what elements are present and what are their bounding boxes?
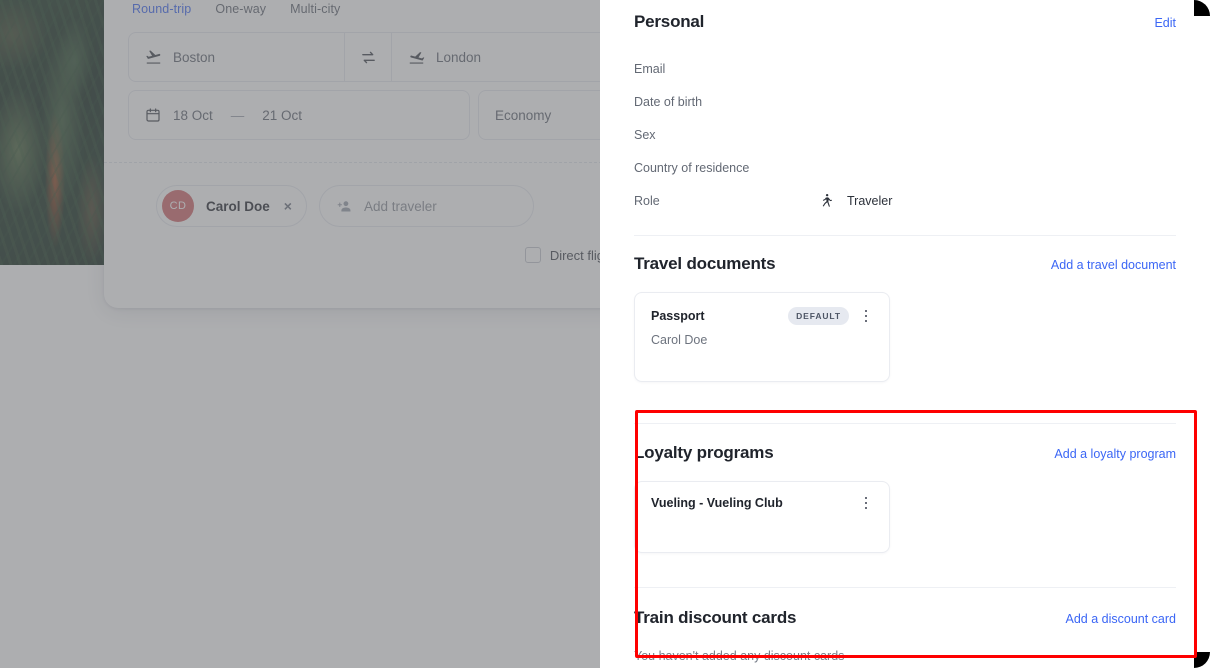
field-label: Country of residence <box>634 160 750 175</box>
field-label: Email <box>634 61 666 76</box>
status-badge: DEFAULT <box>788 307 849 325</box>
add-discount-card-link[interactable]: Add a discount card <box>1066 612 1177 626</box>
travel-document-name: Passport <box>651 309 705 323</box>
modal-backdrop[interactable] <box>0 0 600 668</box>
panel-content: Personal Edit Email Date of birth Sex Co… <box>634 0 1176 663</box>
train-discount-cards-section-header: Train discount cards Add a discount card <box>634 608 1176 628</box>
field-date-of-birth: Date of birth <box>634 85 1176 118</box>
traveler-walking-icon <box>819 193 834 208</box>
card-spacer <box>651 347 873 365</box>
travel-documents-section-header: Travel documents Add a travel document <box>634 254 1176 274</box>
travel-document-card-header: Passport DEFAULT <box>651 307 873 325</box>
field-label: Date of birth <box>634 94 703 109</box>
add-travel-document-link[interactable]: Add a travel document <box>1051 258 1176 272</box>
travel-document-more-options-icon[interactable] <box>859 309 873 323</box>
personal-title: Personal <box>634 12 705 31</box>
loyalty-program-more-options-icon[interactable] <box>859 496 873 510</box>
field-country-of-residence: Country of residence <box>634 151 1176 184</box>
loyalty-program-card[interactable]: Vueling - Vueling Club <box>634 481 890 553</box>
field-label: Sex <box>634 127 656 142</box>
train-discount-cards-title: Train discount cards <box>634 608 797 627</box>
field-role: Role Traveler <box>634 184 1176 217</box>
screenshot-root: Round-trip One-way Multi-city Boston <box>0 0 1210 668</box>
loyalty-programs-title: Loyalty programs <box>634 443 774 462</box>
travel-documents-title: Travel documents <box>634 254 776 273</box>
travel-document-holder: Carol Doe <box>651 333 708 347</box>
loyalty-program-card-header: Vueling - Vueling Club <box>651 496 873 510</box>
field-email: Email <box>634 52 1176 85</box>
edit-personal-link[interactable]: Edit <box>1154 16 1176 30</box>
train-discount-cards-empty-message: You haven't added any discount cards <box>634 649 845 663</box>
role-value: Traveler <box>847 193 893 208</box>
card-spacer <box>651 510 873 536</box>
field-label: Role <box>634 193 660 208</box>
traveler-detail-panel: Personal Edit Email Date of birth Sex Co… <box>600 0 1210 668</box>
personal-fields: Email Date of birth Sex Country of resid… <box>634 52 1176 217</box>
travel-document-card[interactable]: Passport DEFAULT Carol Doe <box>634 292 890 382</box>
field-sex: Sex <box>634 118 1176 151</box>
loyalty-programs-section-header: Loyalty programs Add a loyalty program <box>634 443 1176 463</box>
field-role-value-wrap: Traveler <box>819 193 892 208</box>
add-loyalty-program-link[interactable]: Add a loyalty program <box>1054 447 1176 461</box>
personal-section-header: Personal Edit <box>634 12 1176 32</box>
loyalty-program-name: Vueling - Vueling Club <box>651 496 783 510</box>
